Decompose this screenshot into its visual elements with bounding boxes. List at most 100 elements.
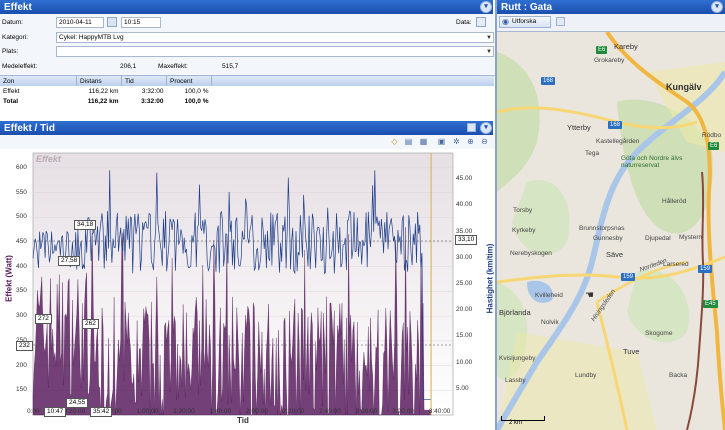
place-label: Grokareby (594, 57, 625, 64)
y-tick-label: 350 (16, 287, 27, 295)
place-label: Kastellegården (596, 138, 640, 145)
x-tick-label: 3:00:00 (355, 408, 378, 415)
table-row-total[interactable]: Total 116,22 km 3:32:00 100,0 % (0, 96, 494, 106)
place-label: Gunnesby (593, 235, 623, 242)
y-tick-label: 600 (16, 163, 27, 171)
save-icon[interactable]: ▣ (437, 137, 446, 146)
road-shield: 168 (608, 121, 623, 129)
x-tick-label: 2:40:00 (319, 408, 341, 415)
table-row[interactable]: Effekt 116,22 km 3:32:00 100,0 % (0, 86, 494, 96)
medel-label: Medeleffekt: (2, 63, 38, 70)
place-label: Kungälv (666, 82, 702, 92)
callout-power-bottom[interactable]: 24,55 (66, 398, 89, 408)
place-label: Ytterby (567, 123, 591, 132)
x-tick-label: 1:40:00 (209, 408, 232, 415)
x-tick-label: 1:20:00 (173, 408, 195, 415)
zone-cell: Effekt (3, 87, 20, 95)
collapse-icon[interactable]: ▾ (480, 1, 492, 13)
time-field[interactable]: 10:15 (121, 17, 161, 28)
datum-field[interactable]: 2010-04-11 (56, 17, 104, 28)
chart-titlebar: Effekt / Tid ▾ (0, 121, 493, 135)
x-tick-label: 0:00 (27, 408, 40, 415)
y2-tick-label: 10.00 (456, 358, 473, 366)
collapse-icon[interactable]: ▾ (711, 1, 723, 13)
chart-icon[interactable]: ▦ (419, 137, 428, 146)
chevron-down-icon: ▼ (486, 49, 492, 55)
data-label: Data: (456, 19, 472, 26)
y-tick-label: 200 (16, 361, 27, 369)
y-tick-label: 150 (16, 386, 27, 394)
zoom-out-icon[interactable]: ⊖ (480, 137, 489, 146)
scale-bar (501, 416, 545, 421)
place-label: Björlanda (499, 308, 531, 317)
collapse-icon[interactable]: ▾ (480, 122, 492, 134)
callout-time-end[interactable]: 35:42 (90, 407, 113, 417)
callout-speed-avg-right[interactable]: 33,10 (455, 235, 478, 245)
place-label: Nerebyskogen (510, 250, 552, 257)
col-header-distans[interactable]: Distans (76, 76, 122, 86)
calendar-icon[interactable] (107, 17, 117, 27)
place-label: Kvilleheid (535, 292, 563, 299)
place-label: Kvisljungeby (499, 355, 536, 362)
col-header-tid[interactable]: Tid (121, 76, 167, 86)
map-settings-icon[interactable] (556, 17, 565, 26)
map-title: Rutt : Gata (501, 2, 553, 13)
x-tick-label: 3:40:00 (428, 408, 451, 415)
callout-power-left-2[interactable]: 232 (16, 341, 33, 351)
callout-power-left-1[interactable]: 272 (35, 314, 52, 324)
chart-area: Effekt Effekt (Watt) Hastighet (km/tim) … (0, 149, 495, 430)
power-speed-chart[interactable] (0, 149, 495, 430)
callout-speed-peak[interactable]: 34,18 (74, 220, 97, 230)
kategori-select[interactable]: Cykel: HappyMTB Lvg ▼ (56, 32, 494, 43)
zone-cell: Total (3, 97, 19, 105)
place-label: Tega (585, 150, 600, 157)
road-shield: E6 (708, 142, 720, 150)
utforska-button[interactable]: ◉ Utforska (499, 16, 551, 28)
marker-icon[interactable]: ◇ (390, 137, 399, 146)
zone-table: Zon Distans Tid Procent Effekt 116,22 km… (0, 76, 494, 106)
y-axis-label: Effekt (Watt) (4, 255, 14, 302)
callout-time-start[interactable]: 10:47 (44, 407, 67, 417)
road-shield: 159 (698, 265, 713, 273)
place-label: Backa (669, 372, 688, 379)
place-label: Kyrkeby (512, 227, 536, 234)
layout-icon[interactable] (467, 123, 476, 132)
road-shield: 168 (541, 77, 556, 85)
place-label: Torsby (513, 207, 533, 214)
place-label: Mystern (679, 234, 703, 241)
y2-tick-label: 15.00 (456, 332, 473, 340)
medel-value: 206,1 (120, 63, 137, 70)
settings-icon[interactable]: ✲ (452, 137, 461, 146)
y-tick-label: 500 (16, 213, 27, 221)
map-view[interactable]: Kareby Grokareby Kungälv Ytterby Göta oc… (497, 32, 725, 430)
max-label: Maxeffekt: (158, 63, 188, 70)
zone-table-header: Zon Distans Tid Procent (0, 76, 494, 86)
y2-tick-label: 40.00 (456, 201, 473, 209)
zoom-in-icon[interactable]: ⊕ (466, 137, 475, 146)
x-tick-label: 2:20:00 (282, 408, 305, 415)
map-titlebar: Rutt : Gata ▾ (497, 0, 725, 14)
callout-speed-avg-left[interactable]: 27,58 (58, 256, 81, 266)
time-cell: 3:32:00 (141, 97, 164, 105)
table-icon[interactable]: ▤ (404, 137, 413, 146)
x-tick-label: 0:20:00 (63, 408, 86, 415)
distance-cell: 116,22 km (87, 97, 119, 105)
plats-select[interactable]: ▼ (56, 46, 494, 57)
callout-power-mid[interactable]: 262 (82, 319, 99, 329)
col-header-zon[interactable]: Zon (0, 76, 77, 86)
place-label: Lundby (575, 372, 597, 379)
data-menu-icon[interactable] (476, 17, 486, 27)
y2-tick-label: 5.00 (456, 384, 469, 392)
y2-tick-label: 35.00 (456, 227, 473, 235)
kategori-label: Kategori: (2, 34, 29, 41)
col-header-procent[interactable]: Procent (166, 76, 212, 86)
plats-label: Plats: (2, 48, 19, 55)
y2-tick-label: 25.00 (456, 280, 473, 287)
chart-watermark: Effekt (36, 154, 61, 164)
forest-area (512, 180, 570, 255)
percent-cell: 100,0 % (184, 97, 209, 105)
y2-tick-label: 30.00 (456, 253, 473, 261)
x-tick-label: 1:00:00 (136, 408, 159, 415)
road-shield: 159 (621, 273, 636, 281)
place-label: Göta och Nordre älvs naturreservat (621, 155, 683, 169)
